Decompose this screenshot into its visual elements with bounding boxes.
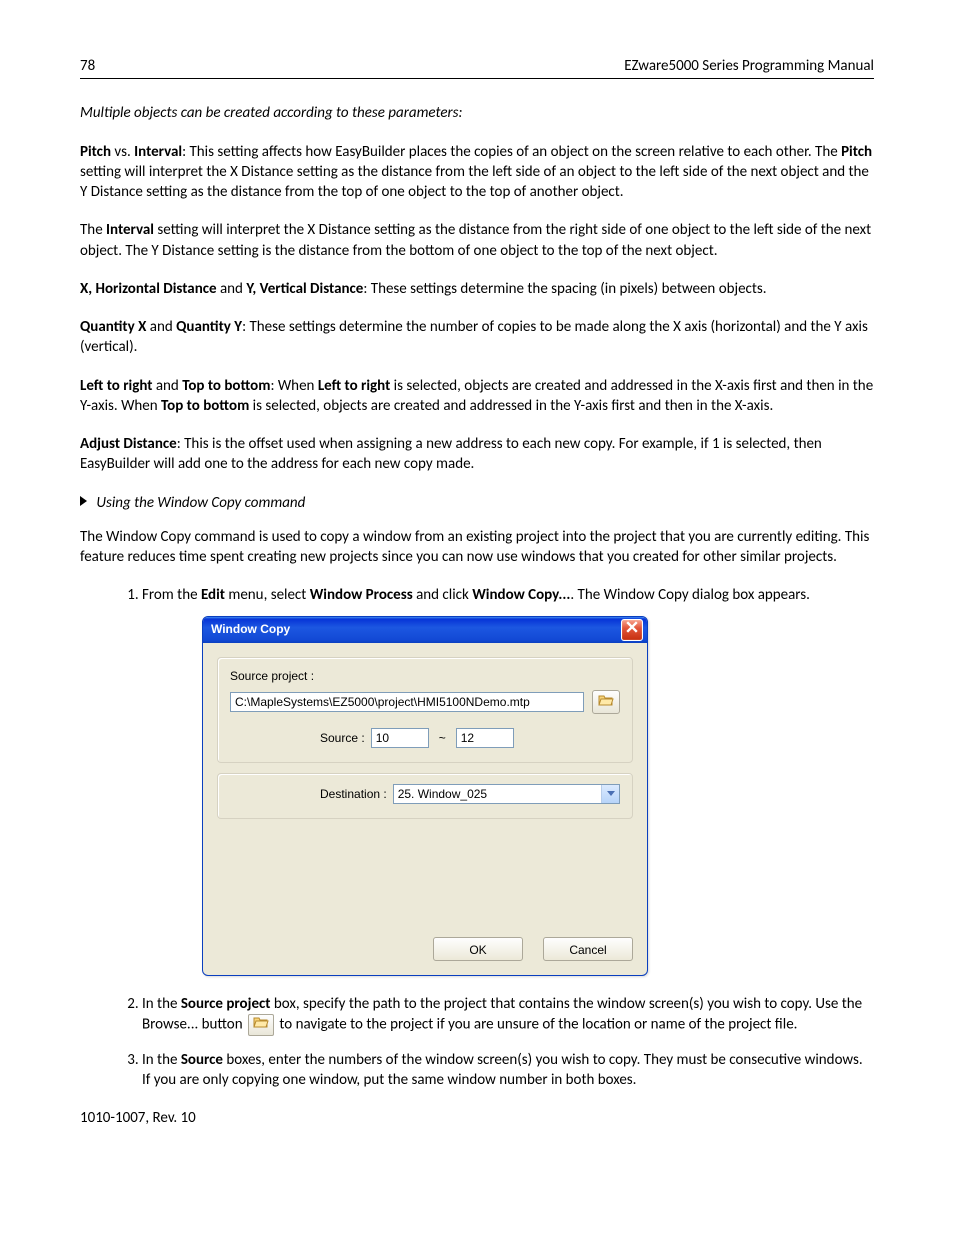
folder-open-icon xyxy=(253,1015,269,1035)
paragraph-direction: Left to right and Top to bottom: When Le… xyxy=(80,376,874,417)
page-header: 78 EZware5000 Series Programming Manual xyxy=(80,56,874,79)
paragraph-quantity: Quantity X and Quantity Y: These setting… xyxy=(80,317,874,358)
source-to-input[interactable] xyxy=(456,728,514,748)
close-icon xyxy=(626,621,638,637)
footer-revision: 1010-1007, Rev. 10 xyxy=(80,1108,874,1128)
paragraph-pitch-interval: Pitch vs. Interval: This setting affects… xyxy=(80,142,874,203)
destination-value: 25. Window_025 xyxy=(394,785,601,803)
browse-button[interactable] xyxy=(592,690,620,714)
subheading: Using the Window Copy command xyxy=(80,493,874,513)
close-button[interactable] xyxy=(621,619,643,641)
chevron-down-icon[interactable] xyxy=(601,785,619,803)
paragraph-interval: The Interval setting will interpret the … xyxy=(80,220,874,261)
window-copy-dialog: Window Copy Source project : xyxy=(202,616,648,976)
dialog-titlebar[interactable]: Window Copy xyxy=(203,617,647,643)
dialog-title: Window Copy xyxy=(211,621,290,637)
cancel-button[interactable]: Cancel xyxy=(543,937,633,961)
folder-open-icon xyxy=(598,693,614,711)
source-label: Source : xyxy=(320,730,365,746)
paragraph-window-copy-desc: The Window Copy command is used to copy … xyxy=(80,527,874,568)
browse-button-inline[interactable] xyxy=(248,1014,274,1036)
list-item: In the Source project box, specify the p… xyxy=(142,994,874,1036)
destination-combo[interactable]: 25. Window_025 xyxy=(393,784,620,804)
manual-title: EZware5000 Series Programming Manual xyxy=(624,56,874,76)
destination-group: Destination : 25. Window_025 xyxy=(217,773,633,819)
source-project-label: Source project : xyxy=(230,668,620,684)
list-item: In the Source boxes, enter the numbers o… xyxy=(142,1050,874,1091)
range-tilde: ~ xyxy=(439,730,446,746)
paragraph-adjust: Adjust Distance: This is the offset used… xyxy=(80,434,874,475)
list-item: From the Edit menu, select Window Proces… xyxy=(142,585,874,975)
paragraph-distance: X, Horizontal Distance and Y, Vertical D… xyxy=(80,279,874,299)
destination-label: Destination : xyxy=(320,786,387,802)
intro-text: Multiple objects can be created accordin… xyxy=(80,103,874,123)
page-number: 78 xyxy=(80,56,95,76)
source-from-input[interactable] xyxy=(371,728,429,748)
source-project-group: Source project : Source : ~ xyxy=(217,657,633,763)
ok-button[interactable]: OK xyxy=(433,937,523,961)
triangle-icon xyxy=(80,496,87,506)
source-project-input[interactable] xyxy=(230,692,584,712)
